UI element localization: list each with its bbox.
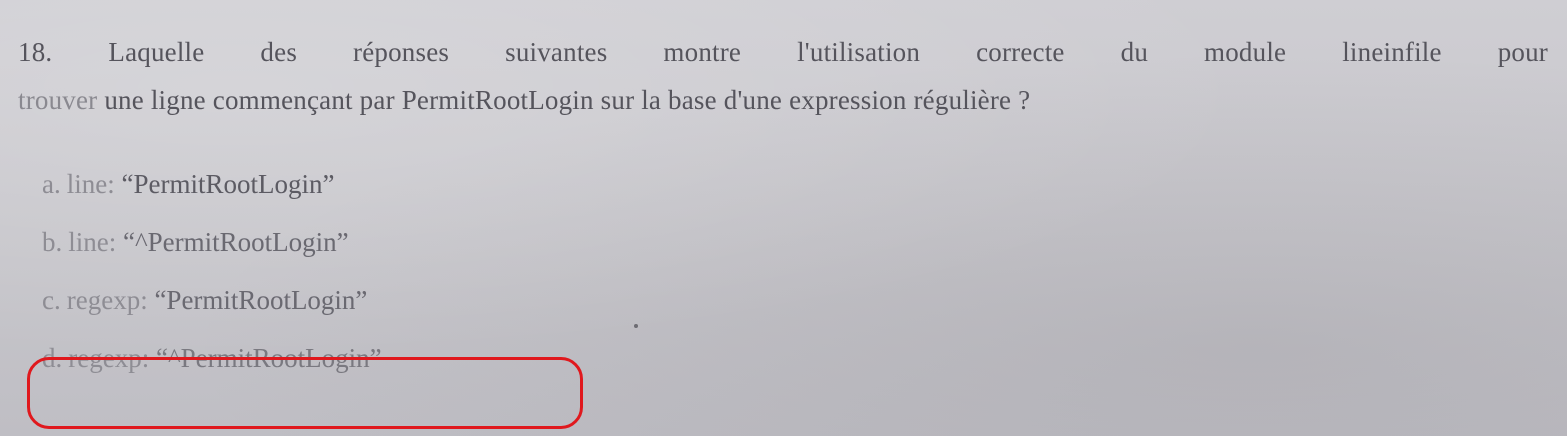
- answer-options: a. line: “PermitRootLogin” b. line: “^Perm…: [42, 155, 382, 387]
- question-line-2-text: une ligne commençant par PermitRootLogin…: [97, 85, 1031, 115]
- option-letter: a.: [42, 169, 61, 199]
- question-line-2: trouver une ligne commençant par PermitR…: [18, 76, 1558, 124]
- option-key: line:: [68, 227, 117, 257]
- stray-dot-mark: [634, 324, 638, 328]
- question-line-1-text: Laquelle des réponses suivantes montre l…: [108, 37, 1548, 67]
- option-value: “PermitRootLogin”: [154, 285, 368, 315]
- option-value: “PermitRootLogin”: [121, 169, 335, 199]
- option-a[interactable]: a. line: “PermitRootLogin”: [42, 155, 382, 213]
- option-letter: c.: [42, 285, 61, 315]
- option-c[interactable]: c. regexp: “PermitRootLogin”: [42, 271, 382, 329]
- question-line-1: 18. Laquelle des réponses suivantes mont…: [18, 28, 1548, 76]
- option-key: regexp:: [66, 285, 148, 315]
- option-key: line:: [66, 169, 115, 199]
- question-line-2-start: trouver: [18, 85, 98, 115]
- question-text: 18. Laquelle des réponses suivantes mont…: [18, 28, 1558, 124]
- option-b[interactable]: b. line: “^PermitRootLogin”: [42, 213, 382, 271]
- option-letter: b.: [42, 227, 63, 257]
- option-value: “^PermitRootLogin”: [123, 227, 349, 257]
- question-number: 18.: [18, 37, 53, 67]
- answer-highlight-circle: [27, 357, 583, 429]
- exam-page: 18. Laquelle des réponses suivantes mont…: [0, 0, 1567, 436]
